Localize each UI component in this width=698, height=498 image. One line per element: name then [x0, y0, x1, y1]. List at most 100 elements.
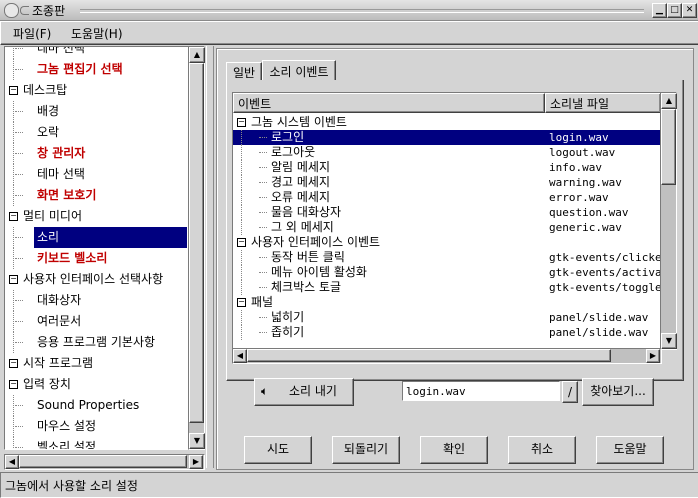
tree-item[interactable]: 대화상자 [5, 290, 189, 311]
event-name: 좁히기 [271, 325, 305, 339]
event-group-row[interactable]: − 패널 [233, 295, 661, 310]
tree-item[interactable]: 여러문서 [5, 311, 189, 332]
event-name: 경고 메세지 [271, 175, 331, 189]
event-group-expander-icon[interactable]: − [237, 298, 246, 307]
event-row[interactable]: 동작 버튼 클릭 gtk-events/clicked [233, 250, 661, 265]
tree-item[interactable]: 응용 프로그램 기본사항 [5, 332, 189, 353]
sound-file-input[interactable] [402, 381, 560, 401]
list-hscrollbar[interactable]: ◀ ▶ [232, 348, 662, 364]
list-vscrollbar[interactable]: ▲ ▼ [660, 92, 677, 350]
menu-help[interactable]: 도움말(H) [71, 25, 123, 42]
event-group-expander-icon[interactable]: − [237, 238, 246, 247]
tree-expander-icon[interactable]: − [9, 212, 18, 221]
tree-guide-line [13, 332, 14, 353]
event-sound-file: panel/slide.wav [549, 326, 649, 339]
scroll-left-arrow-icon[interactable]: ◀ [5, 455, 19, 469]
tree-item[interactable]: 테마 선택 [5, 164, 189, 185]
scroll-right-arrow-icon[interactable]: ▶ [189, 455, 203, 469]
event-row[interactable]: 알림 메세지 info.wav [233, 160, 661, 175]
tree-vscrollbar[interactable]: ▲ ▼ [188, 46, 205, 450]
tree-expander-icon[interactable]: − [9, 380, 18, 389]
event-guide-branch [259, 272, 267, 273]
list-vscroll-thumb[interactable] [661, 109, 676, 185]
sound-events-list[interactable]: 이벤트 소리낼 파일 − 그놈 시스템 이벤트 로그인 login.wav 로그아웃 lo… [232, 92, 662, 350]
ok-button[interactable]: 확인 [420, 436, 488, 464]
list-hscroll-thumb[interactable] [247, 349, 611, 362]
tree-item-label: 멀티 미디어 [23, 209, 83, 223]
list-scroll-down-arrow-icon[interactable]: ▼ [661, 333, 677, 349]
cancel-button[interactable]: 취소 [508, 436, 576, 464]
tree-item[interactable]: 창 관리자 [5, 143, 189, 164]
event-row[interactable]: 넓히기 panel/slide.wav [233, 310, 661, 325]
event-row[interactable]: 오류 메세지 error.wav [233, 190, 661, 205]
event-row[interactable]: 경고 메세지 warning.wav [233, 175, 661, 190]
event-name: 패널 [251, 295, 274, 309]
tree-item[interactable]: − 입력 장치 [5, 374, 189, 395]
tree-expander-icon[interactable]: − [9, 359, 18, 368]
pane-splitter[interactable] [206, 46, 214, 468]
tree-item[interactable]: − 사용자 인터페이스 선택사항 [5, 269, 189, 290]
column-header-file[interactable]: 소리낼 파일 [545, 93, 661, 113]
close-button[interactable]: ✕ [682, 3, 697, 18]
event-group-row[interactable]: − 그놈 시스템 이벤트 [233, 115, 661, 130]
list-scroll-up-arrow-icon[interactable]: ▲ [661, 93, 677, 109]
tree-expander-icon[interactable]: − [9, 275, 18, 284]
menu-file[interactable]: 파일(F) [13, 25, 51, 42]
event-row[interactable]: 그 외 메세지 generic.wav [233, 220, 661, 235]
minimize-button[interactable]: ▁ [652, 3, 667, 18]
event-row[interactable]: 로그아웃 logout.wav [233, 145, 661, 160]
tree-item[interactable]: 오락 [5, 122, 189, 143]
event-row[interactable]: 물음 대화상자 question.wav [233, 205, 661, 220]
tree-item[interactable]: 벨소리 설정 [5, 437, 189, 450]
event-group-expander-icon[interactable]: − [237, 118, 246, 127]
list-scroll-right-arrow-icon[interactable]: ▶ [646, 349, 660, 363]
list-scroll-left-arrow-icon[interactable]: ◀ [233, 349, 247, 363]
tree-guide-line [13, 227, 14, 248]
event-guide-line [241, 265, 242, 280]
tree-item-label: 벨소리 설정 [37, 440, 97, 450]
revert-button[interactable]: 되돌리기 [332, 436, 400, 464]
play-sound-button[interactable]: 🔈︎ 소리 내기 [254, 378, 354, 406]
tree-item[interactable]: 키보드 벨소리 [5, 248, 189, 269]
event-guide-branch [259, 182, 267, 183]
tree-item[interactable]: 테마 선택 [5, 47, 189, 59]
tree-item[interactable]: − 멀티 미디어 [5, 206, 189, 227]
event-guide-line [241, 220, 242, 235]
event-group-row[interactable]: − 사용자 인터페이스 이벤트 [233, 235, 661, 250]
tree-hscrollbar[interactable]: ◀ ▶ [4, 454, 205, 470]
shade-icon[interactable] [20, 6, 29, 15]
tree-item[interactable]: − 시작 프로그램 [5, 353, 189, 374]
scroll-up-arrow-icon[interactable]: ▲ [189, 47, 205, 63]
capplet-tree[interactable]: 테마 선택 그놈 편집기 선택 − 데스크탑 배경 오락 창 관리자 테마 선택 화면 보호기 −… [4, 46, 190, 450]
window-title: 조종판 [32, 4, 66, 18]
event-row[interactable]: 로그인 login.wav [233, 130, 661, 145]
maximize-button[interactable]: □ [667, 3, 682, 18]
tree-item[interactable]: 소리 [5, 227, 189, 248]
menu-bar: 파일(F) 도움말(H) [0, 21, 698, 45]
tree-item[interactable]: 화면 보호기 [5, 185, 189, 206]
event-name: 알림 메세지 [271, 160, 331, 174]
tree-guide-line [13, 290, 14, 311]
browse-button[interactable]: 찾아보기... [582, 378, 654, 406]
help-button[interactable]: 도움말 [596, 436, 664, 464]
tree-hscroll-thumb[interactable] [19, 455, 187, 468]
tree-item-label: 소리 [34, 227, 187, 248]
event-row[interactable]: 체크박스 토글 gtk-events/toggled [233, 280, 661, 295]
scroll-down-arrow-icon[interactable]: ▼ [189, 433, 205, 449]
tree-item[interactable]: − 데스크탑 [5, 80, 189, 101]
events-rows: − 그놈 시스템 이벤트 로그인 login.wav 로그아웃 logout.wav 알림 … [233, 115, 661, 349]
tree-item[interactable]: 배경 [5, 101, 189, 122]
tree-item[interactable]: Sound Properties [5, 395, 189, 416]
tree-item[interactable]: 마우스 설정 [5, 416, 189, 437]
column-header-event[interactable]: 이벤트 [233, 93, 545, 113]
event-row[interactable]: 메뉴 아이템 활성화 gtk-events/activate [233, 265, 661, 280]
file-slash-button[interactable]: / [562, 381, 578, 403]
window-menu-icon[interactable] [4, 3, 19, 18]
tree-item[interactable]: 그놈 편집기 선택 [5, 59, 189, 80]
event-row[interactable]: 좁히기 panel/slide.wav [233, 325, 661, 340]
try-button[interactable]: 시도 [244, 436, 312, 464]
tree-expander-icon[interactable]: − [9, 86, 18, 95]
tree-vscroll-thumb[interactable] [189, 63, 204, 423]
tree-item-label: 대화상자 [37, 293, 82, 307]
tree-guide-line [13, 185, 14, 206]
